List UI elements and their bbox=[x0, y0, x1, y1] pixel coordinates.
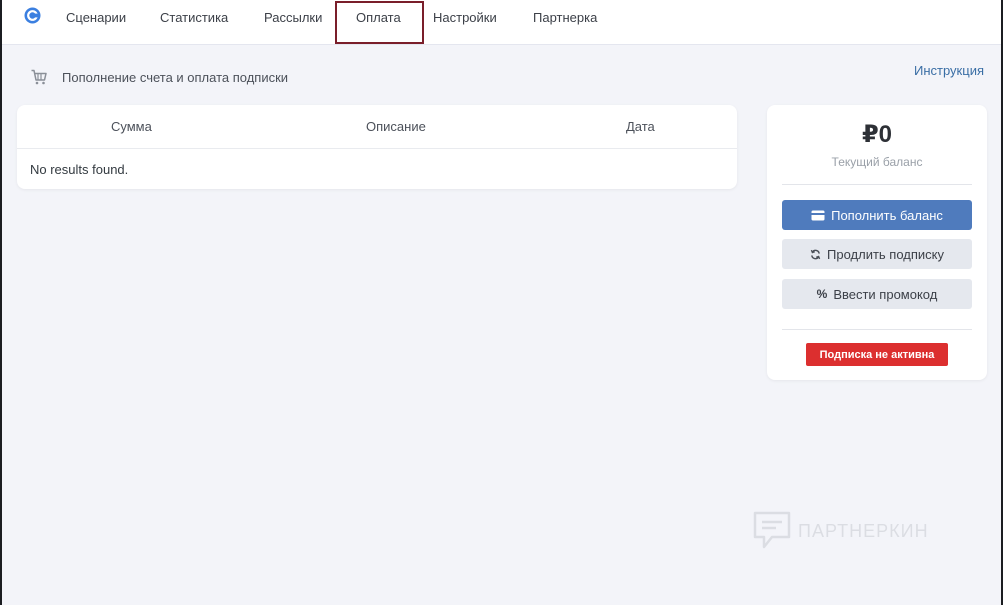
column-header-amount[interactable]: Сумма bbox=[111, 119, 152, 134]
credit-card-icon bbox=[811, 210, 825, 221]
page-title: Пополнение счета и оплата подписки bbox=[62, 69, 289, 85]
nav-item-mailings[interactable]: Рассылки bbox=[264, 0, 322, 35]
refresh-icon bbox=[810, 249, 821, 260]
nav-item-settings[interactable]: Настройки bbox=[433, 0, 497, 35]
cart-icon bbox=[31, 69, 47, 85]
balance-label: Текущий баланс bbox=[831, 155, 923, 169]
table-divider bbox=[17, 148, 737, 149]
logo-icon[interactable] bbox=[24, 7, 41, 24]
divider bbox=[782, 184, 972, 185]
column-header-description[interactable]: Описание bbox=[366, 119, 426, 134]
percent-icon: % bbox=[816, 287, 828, 301]
nav-item-payment[interactable]: Оплата bbox=[356, 0, 401, 35]
watermark-text: ПАРТНЕРКИН bbox=[798, 520, 929, 541]
empty-table-message: No results found. bbox=[30, 162, 129, 177]
topup-balance-label: Пополнить баланс bbox=[831, 207, 943, 223]
transactions-table: Сумма Описание Дата No results found. bbox=[17, 105, 737, 189]
page-header: Пополнение счета и оплата подписки bbox=[30, 66, 288, 88]
nav-item-partners[interactable]: Партнерка bbox=[533, 0, 597, 35]
subscription-status-badge: Подписка не активна bbox=[806, 343, 948, 366]
instructions-link[interactable]: Инструкция bbox=[914, 63, 984, 78]
enter-promo-code-label: Ввести промокод bbox=[833, 286, 938, 302]
topup-balance-button[interactable]: Пополнить баланс bbox=[782, 200, 972, 230]
balance-card: ₽0 Текущий баланс Пополнить баланс Продл… bbox=[767, 105, 987, 380]
column-header-date[interactable]: Дата bbox=[626, 119, 655, 134]
watermark: ПАРТНЕРКИН bbox=[752, 510, 929, 552]
nav-item-scenarios[interactable]: Сценарии bbox=[66, 0, 126, 35]
extend-subscription-label: Продлить подписку bbox=[827, 246, 944, 262]
top-navigation: Сценарии Статистика Рассылки Оплата Наст… bbox=[0, 0, 1003, 45]
enter-promo-code-button[interactable]: % Ввести промокод bbox=[782, 279, 972, 309]
extend-subscription-button[interactable]: Продлить подписку bbox=[782, 239, 972, 269]
watermark-logo-icon bbox=[753, 511, 791, 549]
balance-amount: ₽0 bbox=[861, 121, 893, 148]
nav-item-statistics[interactable]: Статистика bbox=[160, 0, 228, 35]
divider bbox=[782, 329, 972, 330]
